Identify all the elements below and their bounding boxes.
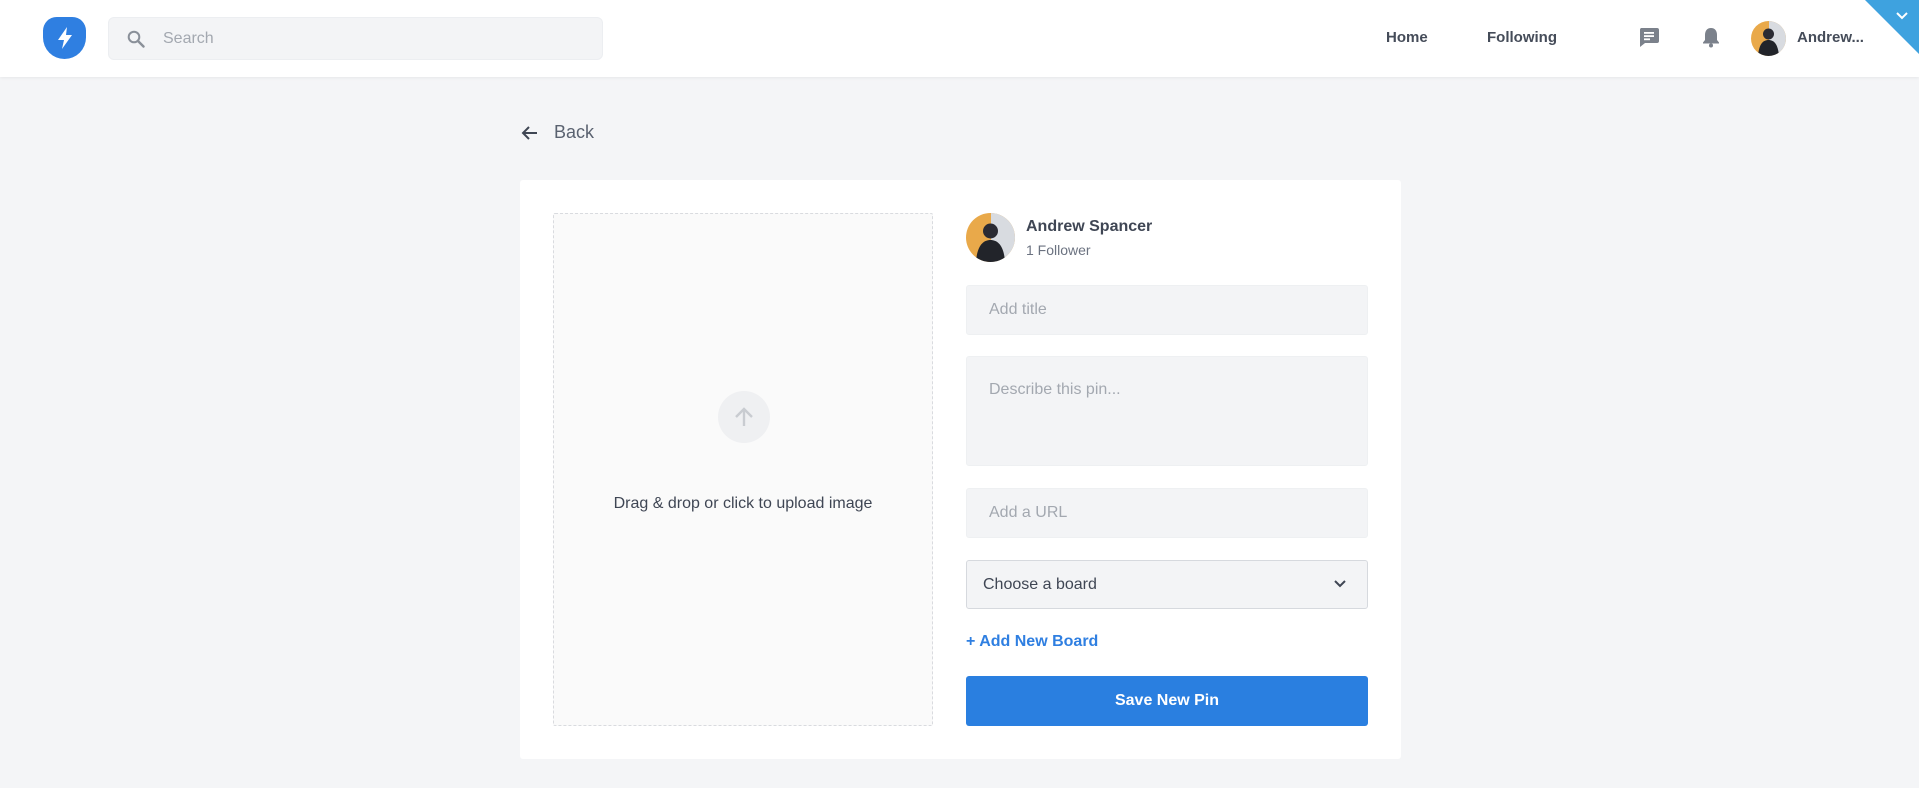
author-name[interactable]: Andrew Spancer [1026,218,1152,236]
avatar-image [1751,21,1786,56]
arrow-left-icon [521,125,537,140]
corner-ribbon[interactable] [1865,0,1919,54]
search-icon [127,30,145,48]
dropzone-label: Drag & drop or click to upload image [613,495,873,512]
avatar[interactable] [1751,21,1786,56]
chevron-down-icon [1334,580,1346,588]
nav-home-link[interactable]: Home [1386,29,1428,46]
add-new-board-link[interactable]: + Add New Board [966,633,1098,651]
back-button[interactable]: Back [521,122,594,143]
board-select-label: Choose a board [983,576,1097,593]
arrow-up-icon [735,407,753,426]
author-followers: 1 Follower [1026,242,1091,258]
search-input[interactable] [163,18,583,59]
lightning-bolt-icon [57,27,72,49]
author-avatar [966,213,1015,262]
description-textarea[interactable] [966,356,1368,466]
title-input[interactable] [966,285,1368,335]
url-input[interactable] [966,488,1368,538]
bell-icon[interactable] [1701,26,1721,48]
user-menu-name[interactable]: Andrew... [1797,29,1864,46]
back-label: Back [554,122,595,142]
app-logo[interactable] [43,17,86,59]
search-bar[interactable] [108,17,603,60]
author-avatar-image [966,213,1015,262]
nav-following-link[interactable]: Following [1487,29,1557,46]
create-pin-card: Drag & drop or click to upload image And… [520,180,1401,759]
board-select[interactable]: Choose a board [966,560,1368,609]
message-icon[interactable] [1638,26,1660,48]
top-navbar: Home Following Andrew... [0,0,1919,77]
save-pin-button[interactable]: Save New Pin [966,676,1368,726]
image-dropzone[interactable]: Drag & drop or click to upload image [553,213,933,726]
upload-icon-circle [718,391,770,443]
